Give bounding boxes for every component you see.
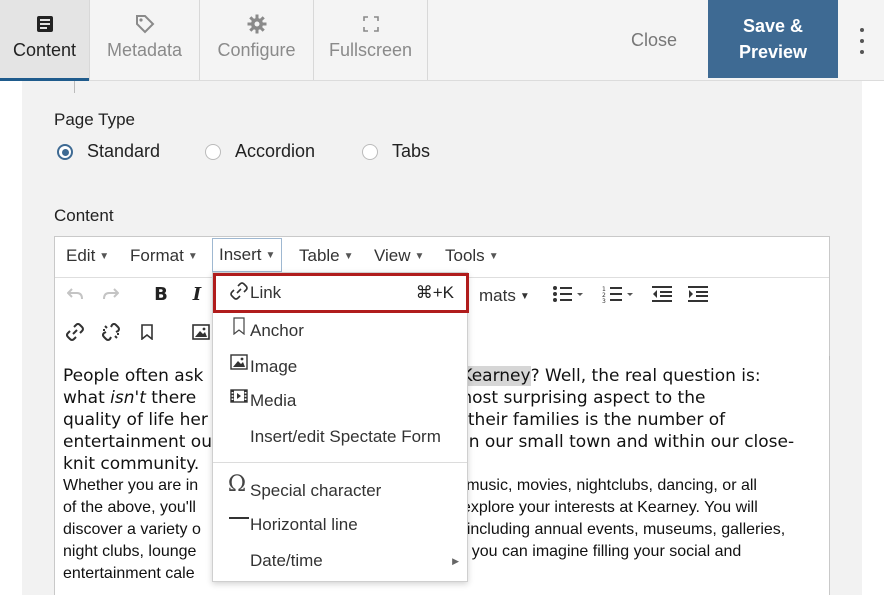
menu-item-media-label: Media xyxy=(250,391,297,410)
menu-item-spectate-form[interactable]: Insert/edit Spectate Form xyxy=(213,420,467,454)
menu-edit[interactable]: Edit ▼ xyxy=(66,237,109,275)
numbered-list-icon[interactable]: 123 xyxy=(601,283,637,305)
unlink-icon[interactable] xyxy=(101,321,121,343)
tab-content[interactable]: Content xyxy=(0,0,90,81)
image-icon[interactable] xyxy=(191,321,211,343)
close-button[interactable]: Close xyxy=(600,0,708,80)
menu-view[interactable]: View ▼ xyxy=(374,237,424,275)
menu-item-link[interactable]: Link ⌘+K xyxy=(213,273,469,313)
menu-format-label: Format xyxy=(130,246,184,265)
menu-table-label: Table xyxy=(299,246,340,265)
radio-standard-circle[interactable] xyxy=(57,143,73,160)
menu-item-image[interactable]: Image xyxy=(213,350,467,384)
menu-item-spectate-form-label: Insert/edit Spectate Form xyxy=(250,427,441,446)
tab-configure[interactable]: Configure xyxy=(200,0,314,80)
italic-icon[interactable]: I xyxy=(189,283,205,305)
link-icon xyxy=(229,281,249,301)
bold-icon[interactable]: B xyxy=(153,283,169,305)
menu-item-datetime[interactable]: Date/time ▶ xyxy=(213,544,467,578)
menu-view-label: View xyxy=(374,246,411,265)
radio-accordion-label: Accordion xyxy=(235,141,316,161)
tab-metadata[interactable]: Metadata xyxy=(90,0,200,80)
formats-label: mats xyxy=(479,286,516,305)
radio-tabs[interactable]: Tabs xyxy=(362,141,430,162)
menu-table[interactable]: Table ▼ xyxy=(299,237,354,275)
radio-standard-label: Standard xyxy=(87,141,161,161)
menu-item-image-label: Image xyxy=(250,357,298,376)
outdent-icon[interactable] xyxy=(651,283,673,305)
menu-item-anchor[interactable]: Anchor xyxy=(213,314,467,348)
radio-accordion-circle[interactable] xyxy=(205,143,221,160)
menu-separator xyxy=(213,462,467,463)
bookmark-icon[interactable] xyxy=(139,321,155,343)
scrollbar-tick xyxy=(829,356,830,360)
menu-item-link-label: Link xyxy=(250,283,282,302)
top-toolbar: Content Metadata Configure Fullscreen Cl… xyxy=(0,0,884,81)
radio-standard[interactable]: Standard xyxy=(57,141,160,162)
indent-icon[interactable] xyxy=(687,283,709,305)
media-icon xyxy=(229,386,249,406)
tab-metadata-label: Metadata xyxy=(106,40,183,60)
menu-tools[interactable]: Tools ▼ xyxy=(445,237,499,275)
image-icon xyxy=(229,352,249,372)
content-icon xyxy=(36,13,54,35)
undo-icon[interactable] xyxy=(65,283,85,305)
link-icon[interactable] xyxy=(65,321,85,343)
bookmark-icon xyxy=(229,316,249,336)
gear-icon xyxy=(247,13,267,35)
tab-fullscreen-label: Fullscreen xyxy=(328,40,413,60)
link-shortcut: ⌘+K xyxy=(415,283,454,302)
menu-item-anchor-label: Anchor xyxy=(250,321,304,340)
menu-tools-label: Tools xyxy=(445,246,485,265)
submenu-arrow-icon: ▶ xyxy=(452,555,459,566)
redo-icon[interactable] xyxy=(101,283,121,305)
tab-configure-label: Configure xyxy=(217,40,296,60)
menu-item-special-character[interactable]: Ω Special character xyxy=(213,471,467,508)
more-options-icon[interactable] xyxy=(852,28,872,54)
horizontal-line-icon xyxy=(229,508,249,528)
menu-item-horizontal-line[interactable]: Horizontal line xyxy=(213,508,467,542)
content-label: Content xyxy=(54,206,114,225)
omega-icon: Ω xyxy=(227,471,247,497)
svg-text:3: 3 xyxy=(602,298,606,303)
menu-item-media[interactable]: Media xyxy=(213,384,467,418)
menu-item-datetime-label: Date/time xyxy=(250,551,323,570)
menu-format[interactable]: Format ▼ xyxy=(130,237,198,275)
menu-insert[interactable]: Insert ▼ xyxy=(212,238,283,272)
menu-item-horizontal-line-label: Horizontal line xyxy=(250,515,358,534)
menu-item-special-character-label: Special character xyxy=(250,481,382,500)
save-preview-button[interactable]: Save & Preview xyxy=(708,0,838,78)
radio-tabs-label: Tabs xyxy=(392,141,431,161)
tag-icon xyxy=(135,13,155,35)
tab-content-label: Content xyxy=(12,40,77,60)
radio-tabs-circle[interactable] xyxy=(362,143,378,160)
menu-edit-label: Edit xyxy=(66,246,96,265)
insert-dropdown-menu: Link ⌘+K Anchor Image Media Insert/edit … xyxy=(212,272,469,582)
menu-insert-label: Insert xyxy=(219,245,262,264)
page-type-label: Page Type xyxy=(54,110,135,129)
formats-menu[interactable]: mats ▼ xyxy=(479,285,530,307)
fullscreen-icon xyxy=(362,13,379,35)
bullet-list-icon[interactable] xyxy=(551,283,587,305)
divider xyxy=(74,81,75,93)
radio-accordion[interactable]: Accordion xyxy=(205,141,315,162)
tab-fullscreen[interactable]: Fullscreen xyxy=(314,0,428,80)
